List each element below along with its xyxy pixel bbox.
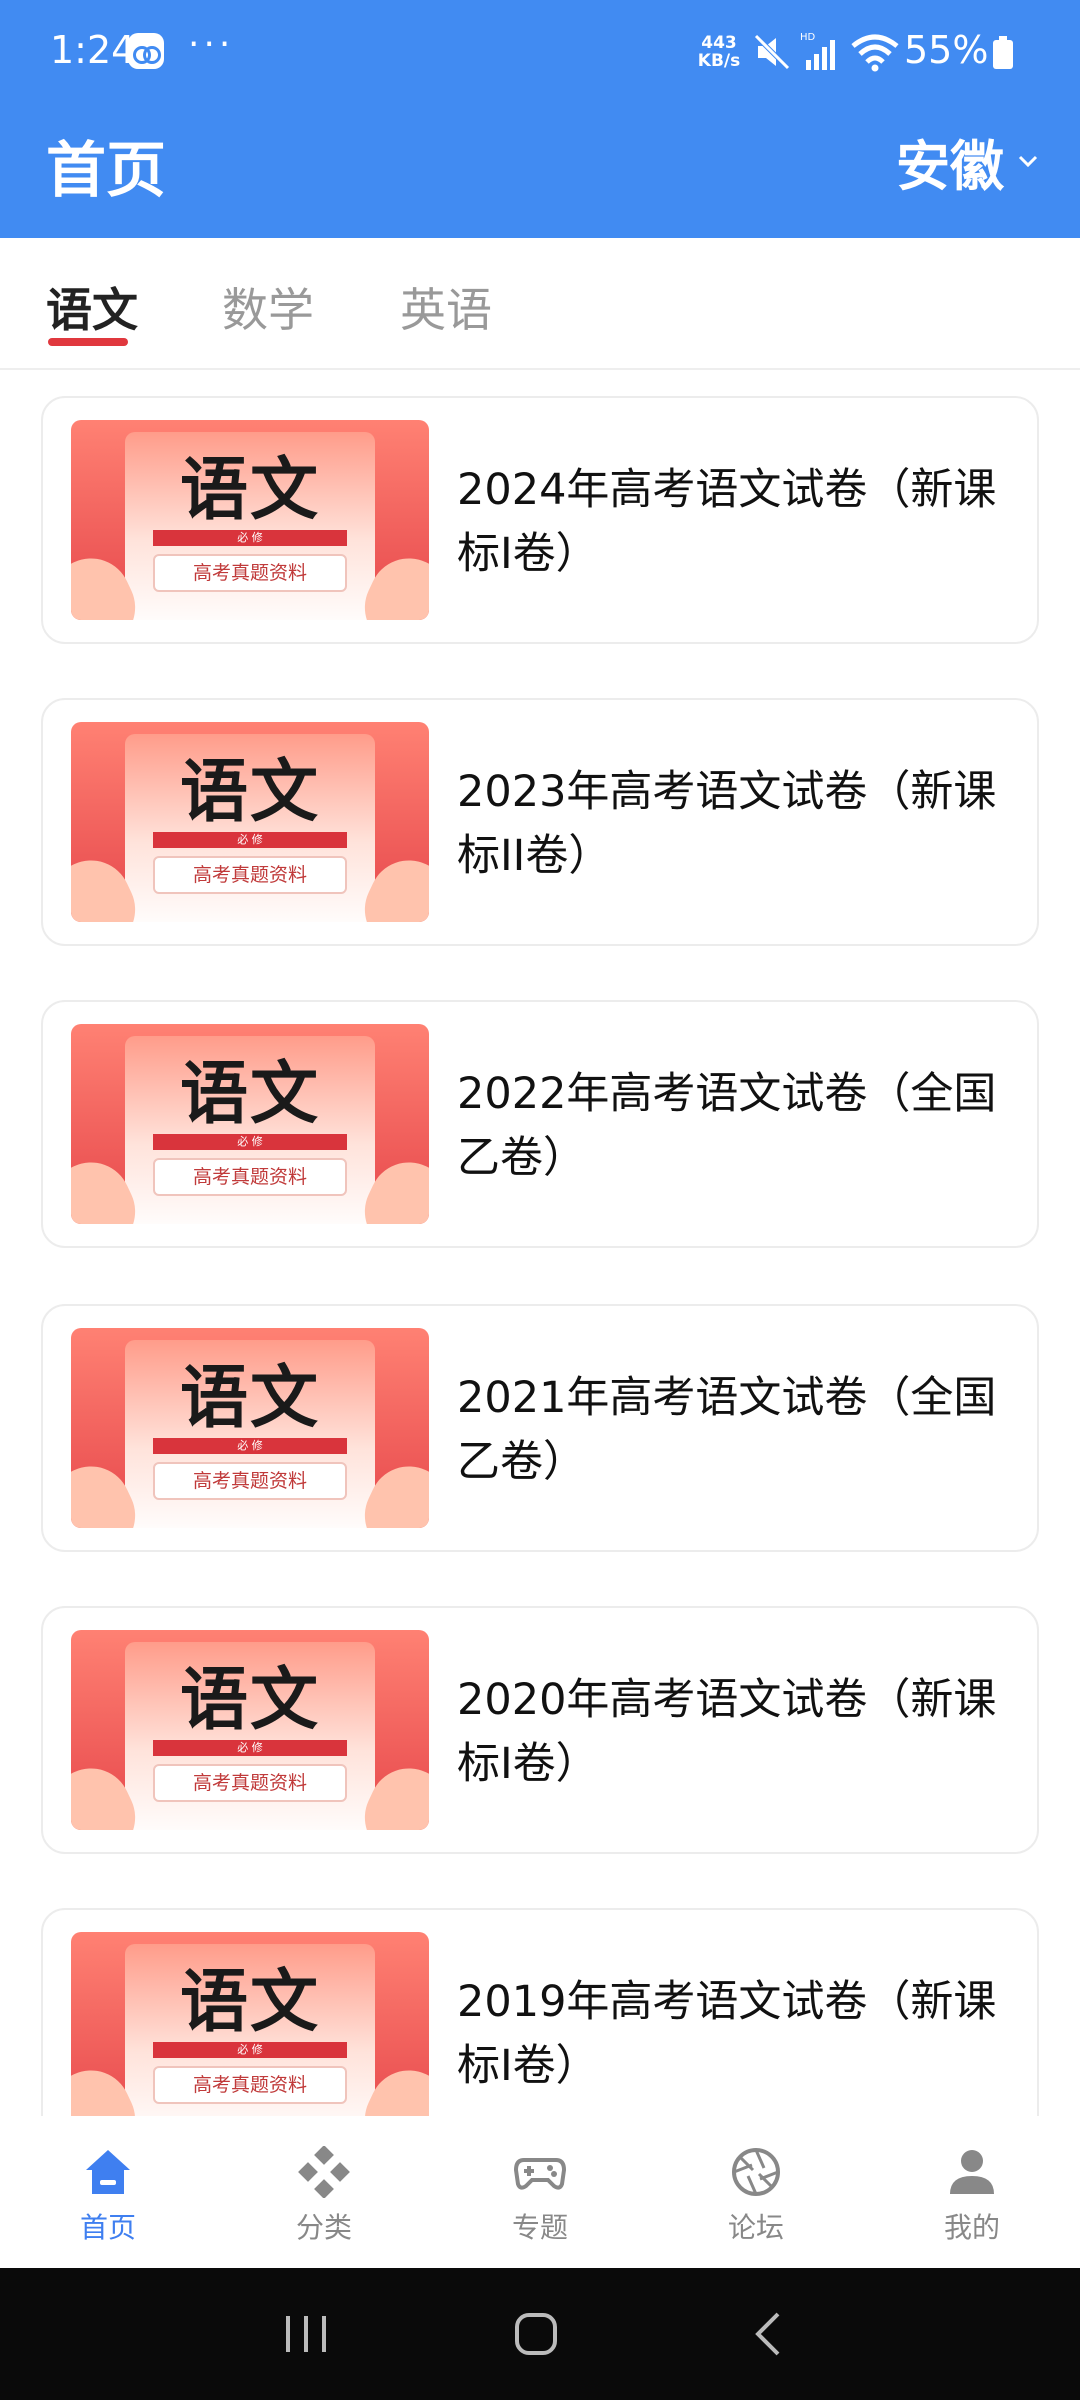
paper-card[interactable]: 语文 必 修 高考真题资料 2024年高考语文试卷（新课标I卷） <box>41 396 1039 644</box>
app-header: 1:24 ··· 443 KB/s HD 55% 首页 安徽 <box>0 0 1080 238</box>
active-tab-indicator <box>48 338 128 346</box>
recent-apps-icon[interactable] <box>278 2306 334 2362</box>
paper-title: 2019年高考语文试卷（新课标I卷） <box>457 1977 997 2091</box>
gamepad-icon <box>514 2158 566 2190</box>
battery-icon <box>993 36 1013 69</box>
home-button-icon[interactable] <box>508 2306 564 2362</box>
paper-cover-image: 语文 必 修 高考真题资料 <box>71 1328 429 1528</box>
subject-tabs: 语文 数学 英语 <box>0 238 1080 370</box>
nav-topics[interactable]: 专题 <box>432 2116 648 2268</box>
paper-title: 2023年高考语文试卷（新课标II卷） <box>457 767 997 881</box>
nav-label-forum: 论坛 <box>727 2211 784 2244</box>
paper-cover-image: 语文 必 修 高考真题资料 <box>71 1024 429 1224</box>
home-icon <box>86 2150 130 2194</box>
person-icon <box>950 2150 994 2194</box>
chevron-down-icon <box>1018 155 1038 168</box>
nav-profile[interactable]: 我的 <box>864 2116 1080 2268</box>
wifi-icon <box>851 34 899 72</box>
paper-title: 2024年高考语文试卷（新课标I卷） <box>457 465 997 579</box>
paper-cover-image: 语文 必 修 高考真题资料 <box>71 420 429 620</box>
nav-label-profile: 我的 <box>943 2211 1000 2244</box>
svg-text:HD: HD <box>800 32 816 43</box>
more-notifications-icon: ··· <box>188 24 235 65</box>
paper-title: 2020年高考语文试卷（新课标I卷） <box>457 1675 997 1789</box>
paper-cover-image: 语文 必 修 高考真题资料 <box>71 722 429 922</box>
baidu-netdisk-icon <box>128 33 164 69</box>
nav-category[interactable]: 分类 <box>216 2116 432 2268</box>
paper-cover-image: 语文 必 修 高考真题资料 <box>71 1932 429 2132</box>
paper-cover-image: 语文 必 修 高考真题资料 <box>71 1630 429 1830</box>
bottom-navigation: 首页 分类 专题 论坛 我的 <box>0 2116 1080 2268</box>
status-time: 1:24 <box>50 28 136 72</box>
system-navigation-bar <box>0 2268 1080 2400</box>
paper-title: 2022年高考语文试卷（全国乙卷） <box>457 1069 997 1183</box>
nav-label-topics: 专题 <box>511 2211 568 2244</box>
aperture-icon <box>732 2148 780 2196</box>
nav-label-category: 分类 <box>295 2211 352 2244</box>
region-label: 安徽 <box>896 134 1004 198</box>
nav-forum[interactable]: 论坛 <box>648 2116 864 2268</box>
paper-card[interactable]: 语文 必 修 高考真题资料 2023年高考语文试卷（新课标II卷） <box>41 698 1039 946</box>
tab-english[interactable]: 英语 <box>400 274 492 340</box>
tab-chinese[interactable]: 语文 <box>46 274 138 340</box>
paper-title: 2021年高考语文试卷（全国乙卷） <box>457 1373 997 1487</box>
paper-card[interactable]: 语文 必 修 高考真题资料 2022年高考语文试卷（全国乙卷） <box>41 1000 1039 1248</box>
status-bar: 1:24 ··· 443 KB/s HD 55% <box>0 0 1080 104</box>
back-icon[interactable] <box>742 2306 798 2362</box>
signal-icon: HD <box>800 32 835 70</box>
battery-percent: 55% <box>904 28 989 72</box>
mute-icon <box>754 34 790 70</box>
paper-card[interactable]: 语文 必 修 高考真题资料 2021年高考语文试卷（全国乙卷） <box>41 1304 1039 1552</box>
nav-label-home: 首页 <box>79 2211 136 2244</box>
category-icon <box>298 2146 350 2198</box>
page-title: 首页 <box>46 136 166 206</box>
tab-math[interactable]: 数学 <box>222 274 314 340</box>
network-speed: 443 KB/s <box>697 33 741 71</box>
nav-home[interactable]: 首页 <box>0 2116 216 2268</box>
paper-card[interactable]: 语文 必 修 高考真题资料 2020年高考语文试卷（新课标I卷） <box>41 1606 1039 1854</box>
region-selector[interactable]: 安徽 <box>896 126 1040 198</box>
